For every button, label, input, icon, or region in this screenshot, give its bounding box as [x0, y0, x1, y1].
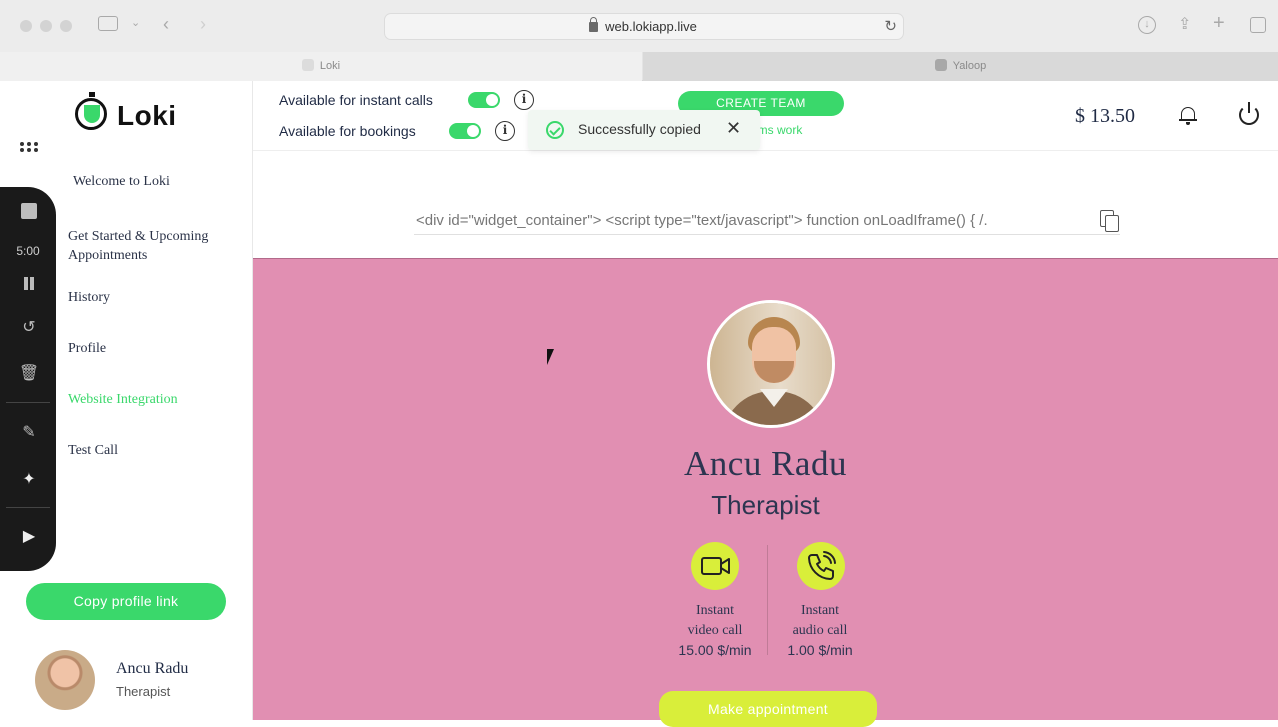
download-icon[interactable]: ↓ — [1138, 16, 1156, 34]
audio-call-price: 1.00 $/min — [787, 642, 853, 658]
bookings-label: Available for bookings — [279, 123, 416, 139]
new-tab-icon[interactable]: + — [1213, 12, 1225, 35]
tab-loki[interactable]: Loki — [0, 52, 642, 81]
sidebar-item-test-call[interactable]: Test Call — [68, 441, 118, 460]
apps-grid-icon[interactable] — [20, 142, 38, 154]
instant-calls-label: Available for instant calls — [279, 92, 433, 108]
pencil-icon[interactable]: ✎ — [18, 422, 40, 444]
url-text: web.lokiapp.live — [605, 19, 697, 34]
restart-icon[interactable]: ↺ — [18, 317, 40, 339]
therapist-role: Therapist — [711, 490, 820, 520]
logo-text: Loki — [117, 100, 177, 131]
embed-code-text: <div id="widget_container"> <script type… — [416, 212, 988, 229]
app-window: Loki 5:00 ↺ 🗑 ✎ ✦ ▶ Welcome to Loki Get … — [0, 81, 1278, 727]
trash-icon[interactable]: 🗑 — [18, 363, 40, 385]
camera-icon[interactable]: ▶ — [18, 526, 40, 548]
profile-role: Therapist — [116, 684, 171, 699]
account-balance: $ 13.50 — [1075, 105, 1135, 127]
address-bar[interactable]: web.lokiapp.live ↻ — [384, 13, 904, 40]
sidebar-item-profile[interactable]: Profile — [68, 339, 106, 358]
bookings-toggle[interactable] — [449, 123, 481, 139]
success-toast: Successfully copied ✕ — [528, 110, 760, 150]
tab-yaloop[interactable]: Yaloop — [643, 52, 1278, 81]
tab-overview-icon[interactable] — [1250, 17, 1266, 33]
pause-icon[interactable] — [18, 273, 40, 295]
chevron-down-icon[interactable]: ⌄ — [131, 16, 140, 29]
video-call-label: Instant video call — [687, 603, 743, 638]
profile-name: Ancu Radu — [116, 660, 189, 677]
welcome-heading: Welcome to Loki — [73, 174, 170, 189]
effects-icon[interactable]: ✦ — [18, 469, 40, 491]
share-icon[interactable]: ⇪ — [1178, 14, 1191, 34]
close-window-icon[interactable] — [20, 20, 32, 32]
embed-code-field[interactable]: <div id="widget_container"> <script type… — [414, 205, 1120, 235]
info-icon[interactable]: i — [514, 90, 534, 110]
sidebar-item-history[interactable]: History — [68, 288, 110, 307]
therapist-photo — [707, 300, 835, 428]
avatar — [35, 650, 95, 710]
widget-preview: Ancu Radu Therapist Instant video call 1… — [253, 258, 1278, 727]
video-call-price: 15.00 $/min — [678, 642, 752, 658]
instant-calls-toggle[interactable] — [468, 92, 500, 108]
screen-recorder-toolbar: 5:00 ↺ 🗑 ✎ ✦ ▶ — [0, 187, 56, 571]
audio-call-button[interactable] — [797, 542, 845, 590]
therapist-name: Ancu Radu — [684, 444, 847, 483]
copy-profile-link-button[interactable]: Copy profile link — [26, 583, 226, 620]
mouse-cursor-icon — [547, 349, 561, 365]
bell-icon[interactable] — [1179, 105, 1197, 125]
check-circle-icon — [546, 121, 564, 139]
toolbar-divider — [6, 507, 50, 508]
power-icon[interactable] — [1239, 102, 1259, 125]
sidebar: Loki 5:00 ↺ 🗑 ✎ ✦ ▶ Welcome to Loki Get … — [0, 81, 253, 720]
phone-icon — [808, 551, 836, 580]
forward-icon[interactable]: › — [200, 14, 206, 35]
sidebar-item-website-integration[interactable]: Website Integration — [68, 390, 178, 409]
record-timer: 5:00 — [16, 244, 40, 258]
close-icon[interactable]: ✕ — [726, 118, 741, 139]
make-appointment-button[interactable]: Make appointment — [659, 691, 877, 727]
yaloop-favicon-icon — [934, 59, 947, 71]
sidebar-item-get-started[interactable]: Get Started & Upcoming Appointments — [68, 227, 238, 265]
reload-icon[interactable]: ↻ — [884, 17, 897, 35]
tab-label: Loki — [319, 60, 341, 72]
info-icon[interactable]: i — [495, 121, 515, 141]
stop-record-icon[interactable] — [21, 203, 37, 219]
back-icon[interactable]: ‹ — [163, 14, 169, 35]
tab-bar: Loki Yaloop — [0, 52, 1278, 81]
toolbar-divider — [6, 402, 50, 403]
zoom-window-icon[interactable] — [60, 20, 72, 32]
video-call-button[interactable] — [691, 542, 739, 590]
top-header: Available for instant calls i Available … — [253, 81, 1278, 151]
sidebar-toggle-icon[interactable] — [98, 16, 118, 31]
loki-favicon-icon — [301, 59, 314, 71]
tab-label: Yaloop — [952, 60, 987, 72]
copy-icon[interactable] — [1100, 210, 1119, 232]
audio-call-label: Instant audio call — [792, 603, 848, 638]
stopwatch-icon — [75, 92, 107, 130]
toast-message: Successfully copied — [578, 121, 701, 137]
video-camera-icon — [701, 557, 730, 575]
browser-chrome: ⌄ ‹ › web.lokiapp.live ↻ ↓ ⇪ + — [0, 0, 1278, 52]
minimize-window-icon[interactable] — [40, 20, 52, 32]
